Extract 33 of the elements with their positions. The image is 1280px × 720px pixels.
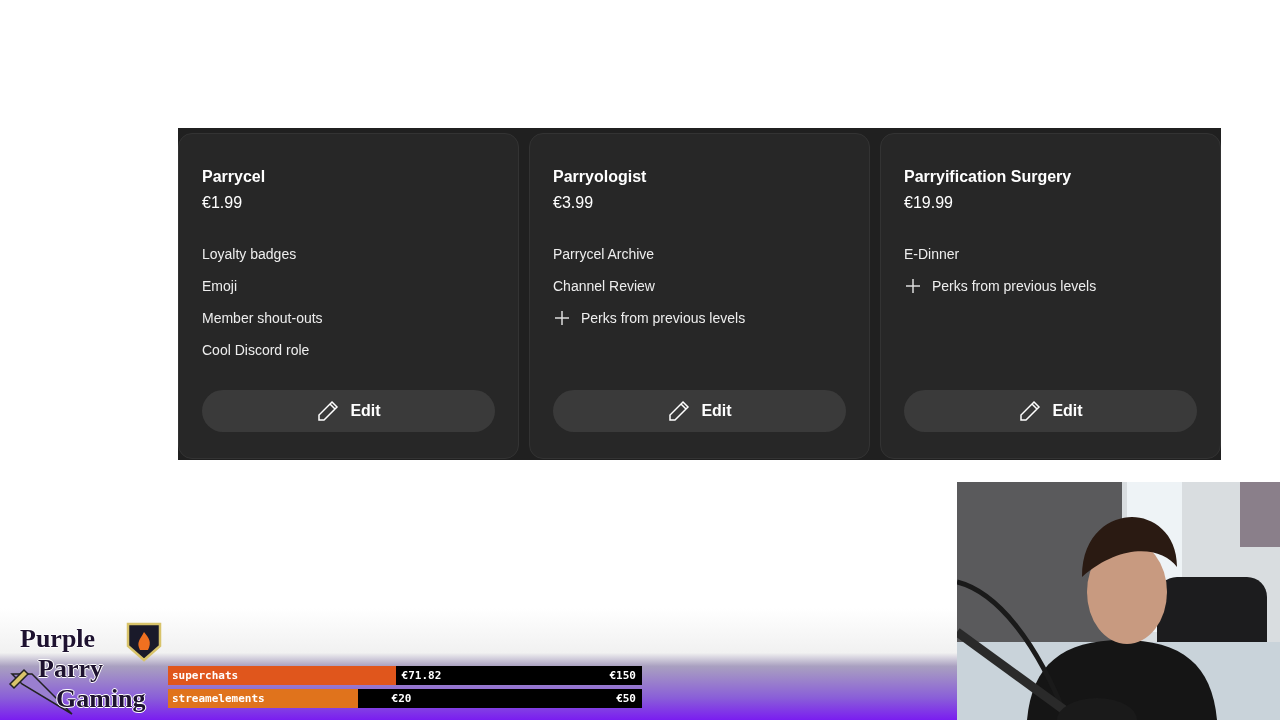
tier-price: €3.99 [553, 194, 595, 212]
goal-current: €20 [391, 692, 412, 705]
logo-text: Parry [38, 656, 103, 682]
perk-text: Member shout-outs [202, 310, 323, 326]
pencil-icon [316, 399, 341, 423]
perk-text: Emoji [202, 278, 237, 294]
pencil-icon [667, 399, 692, 423]
edit-button[interactable]: Edit [202, 390, 495, 432]
edit-button[interactable]: Edit [904, 390, 1197, 432]
plus-icon [904, 277, 922, 295]
perk-text: Cool Discord role [202, 342, 310, 358]
logo-text: Gaming [56, 686, 146, 712]
tier-name: Parrycel [202, 168, 267, 186]
perk-text: Perks from previous levels [581, 310, 746, 326]
tier-price: €19.99 [904, 194, 954, 212]
goal-current: €71.82 [401, 669, 442, 682]
goal-label: superchats [172, 669, 239, 682]
edit-button[interactable]: Edit [553, 390, 846, 432]
pencil-icon [1018, 399, 1043, 423]
plus-icon [553, 309, 571, 327]
perk-text: Channel Review [553, 278, 655, 294]
goal-target: €150 [609, 669, 636, 682]
goal-target: €50 [616, 692, 636, 705]
logo-text: Purple [20, 626, 96, 652]
perk-text: Loyalty badges [202, 246, 297, 262]
perk-text: Perks from previous levels [932, 278, 1097, 294]
tier-name: Parryologist [553, 168, 648, 186]
tier-name: Parryification Surgery [904, 168, 1073, 186]
flame-shield-icon [126, 622, 162, 662]
perk-text: E-Dinner [904, 246, 960, 262]
tier-price: €1.99 [202, 194, 244, 212]
goal-label: streamelements [172, 692, 265, 705]
perk-text: Parrycel Archive [553, 246, 655, 262]
